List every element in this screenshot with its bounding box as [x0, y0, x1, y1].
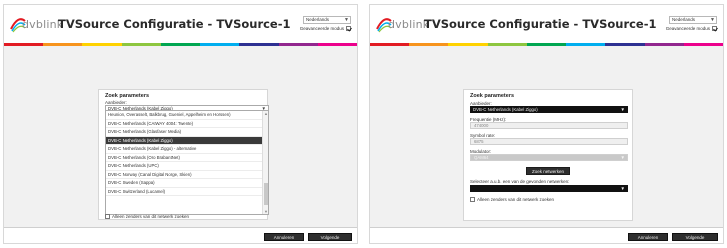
- dropdown-item[interactable]: DVB-C Netherlands (Kabel Ziggo): [106, 136, 268, 145]
- dropdown-item[interactable]: Heunion, Overasselt, Balkbrug, Gueniel, …: [106, 111, 268, 120]
- dropdown-item[interactable]: DVB-C Netherlands (UPC): [106, 162, 268, 171]
- language-select-value: Nederlands: [672, 17, 696, 22]
- symbol-rate-input[interactable]: 6875: [470, 138, 628, 145]
- frequency-input[interactable]: 474000: [470, 122, 628, 129]
- network-only-label: Alleen zenders van dit netwerk zoeken: [477, 197, 555, 202]
- footer: Annuleren Volgende: [370, 228, 723, 243]
- language-select-value: Nederlands: [306, 17, 330, 22]
- search-params-panel: Zoek parameters Aanbieder: DVB-C Netherl…: [463, 89, 633, 221]
- provider-select[interactable]: DVB-C Netherlands (Kabel Ziggo) ▼: [470, 106, 628, 113]
- network-only-option[interactable]: Alleen zenders van dit netwerk zoeken: [470, 197, 554, 202]
- select-network-label: Selecteer a.u.b. een van de gevonden net…: [470, 179, 570, 184]
- page-title: TVSource Configuratie - TVSource-1: [424, 17, 657, 31]
- config-window-left: dvblink TVSource Configuratie - TVSource…: [3, 4, 358, 244]
- dropdown-item[interactable]: DVB-C Netherlands (Oro BrabantNet): [106, 154, 268, 162]
- advanced-mode-label: Geavanceerde modus: [665, 26, 710, 31]
- header: dvblink TVSource Configuratie - TVSource…: [370, 5, 723, 43]
- network-only-checkbox[interactable]: [105, 214, 110, 219]
- chevron-down-icon: ▼: [620, 107, 625, 112]
- dropdown-item[interactable]: DVB-C Sweden (Sappa): [106, 179, 268, 188]
- dvblink-logo: dvblink: [375, 15, 429, 33]
- dropdown-item[interactable]: DVB-C Switzerland (Lucamel): [106, 188, 268, 196]
- cancel-button[interactable]: Annuleren: [628, 233, 668, 241]
- header: dvblink TVSource Configuratie - TVSource…: [4, 5, 357, 43]
- chevron-down-icon: ▼: [344, 17, 349, 23]
- dropdown-item[interactable]: DVB-C Netherlands (Kabel Ziggo) - altern…: [106, 145, 268, 154]
- next-button[interactable]: Volgende: [308, 233, 352, 241]
- content-area: Zoek parameters Aanbieder: DVB-C Netherl…: [4, 46, 357, 227]
- panel-title: Zoek parameters: [470, 93, 515, 99]
- search-params-panel: Zoek parameters Aanbieder: DVB-C Netherl…: [98, 89, 269, 220]
- network-select[interactable]: ▼: [470, 185, 628, 192]
- page-title: TVSource Configuratie - TVSource-1: [58, 17, 291, 31]
- dropdown-item[interactable]: DVB-C Norway (Canal Digital Norge, Skien…: [106, 171, 268, 179]
- advanced-mode-label: Geavanceerde modus: [299, 26, 344, 31]
- language-select[interactable]: Nederlands ▼: [669, 16, 717, 24]
- chevron-down-icon: ▼: [620, 186, 625, 191]
- advanced-mode-checkbox[interactable]: [346, 26, 351, 31]
- dropdown-item[interactable]: DVB-C Netherlands (Glasfaser Media): [106, 128, 268, 137]
- provider-dropdown-list[interactable]: Heunion, Overasselt, Balkbrug, Gueniel, …: [105, 110, 269, 215]
- panel-title: Zoek parameters: [105, 93, 150, 99]
- chevron-down-icon: ▼: [710, 17, 715, 23]
- network-only-label: Alleen zenders van dit netwerk zoeken: [112, 214, 190, 219]
- dropdown-items: Heunion, Overasselt, Balkbrug, Gueniel, …: [106, 111, 268, 196]
- chevron-down-icon: ▼: [620, 155, 625, 160]
- language-select[interactable]: Nederlands ▼: [303, 16, 351, 24]
- advanced-mode-toggle[interactable]: Geavanceerde modus: [300, 26, 351, 31]
- scroll-down-icon[interactable]: ▼: [264, 209, 268, 214]
- scan-networks-button[interactable]: Zoek netwerken: [526, 167, 570, 175]
- modulator-select[interactable]: QAM64 ▼: [470, 154, 628, 161]
- dropdown-scrollbar[interactable]: ▲ ▼: [262, 111, 268, 214]
- advanced-mode-toggle[interactable]: Geavanceerde modus: [666, 26, 717, 31]
- dvblink-logo: dvblink: [9, 15, 63, 33]
- footer: Annuleren Volgende: [4, 228, 357, 243]
- modulator-select-value: QAM64: [474, 155, 489, 160]
- cancel-button[interactable]: Annuleren: [264, 233, 304, 241]
- content-area: Zoek parameters Aanbieder: DVB-C Netherl…: [370, 46, 723, 227]
- advanced-mode-checkbox[interactable]: [712, 26, 717, 31]
- provider-select-value: DVB-C Netherlands (Kabel Ziggo): [473, 107, 538, 112]
- network-only-option[interactable]: Alleen zenders van dit netwerk zoeken: [105, 214, 189, 219]
- scroll-up-icon[interactable]: ▲: [264, 111, 268, 116]
- dropdown-item[interactable]: DVB-C Netherlands (CAIWAY 4004: Twente): [106, 120, 268, 128]
- network-only-checkbox[interactable]: [470, 197, 475, 202]
- config-window-right: dvblink TVSource Configuratie - TVSource…: [369, 4, 724, 244]
- next-button[interactable]: Volgende: [672, 233, 718, 241]
- scrollbar-thumb[interactable]: [264, 183, 268, 205]
